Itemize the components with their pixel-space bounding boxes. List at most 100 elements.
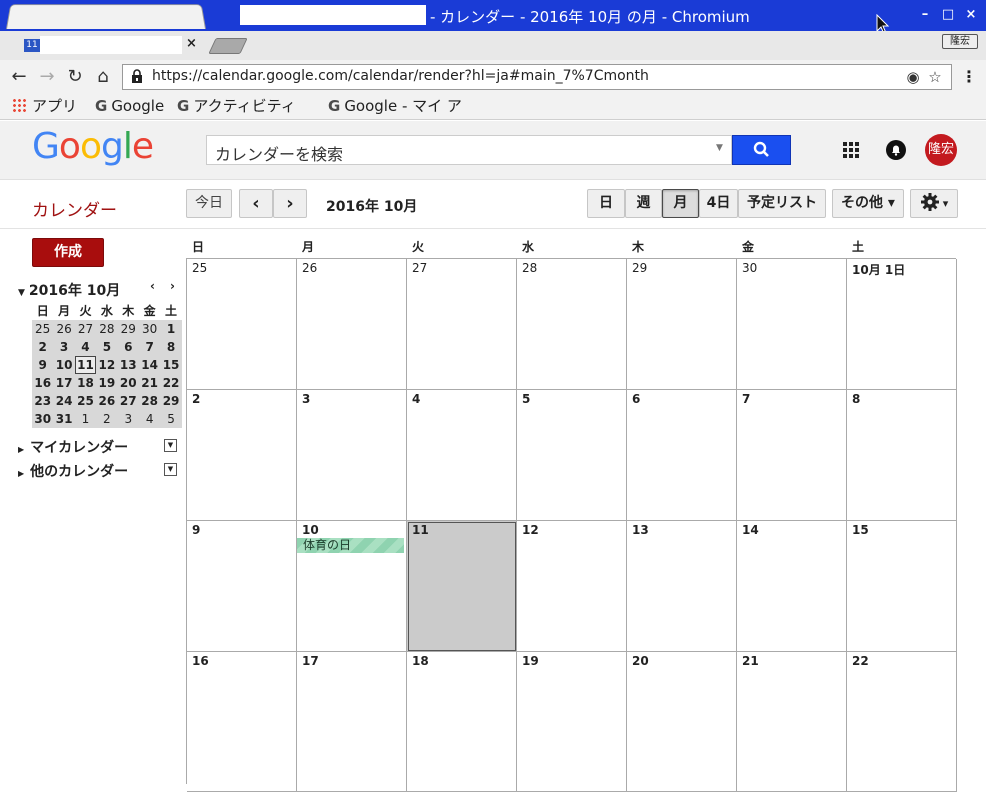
profile-button[interactable]: 隆宏 <box>942 34 978 49</box>
mini-day[interactable]: 29 <box>160 392 181 410</box>
day-number[interactable]: 28 <box>522 261 537 275</box>
day-cell[interactable]: 2 <box>187 390 297 521</box>
mini-day[interactable]: 8 <box>160 338 181 356</box>
day-number[interactable]: 7 <box>742 392 750 406</box>
bookmark-activity[interactable]: G アクティビティ <box>177 96 296 116</box>
more-views-button[interactable]: その他 ▾ <box>832 189 904 218</box>
day-cell[interactable]: 12 <box>517 521 627 652</box>
mini-day[interactable]: 1 <box>75 410 96 428</box>
day-cell[interactable]: 5 <box>517 390 627 521</box>
day-cell[interactable]: 6 <box>627 390 737 521</box>
mini-day[interactable]: 28 <box>96 320 117 338</box>
mini-day[interactable]: 1 <box>160 320 181 338</box>
mini-day[interactable]: 18 <box>75 374 96 392</box>
day-number[interactable]: 2 <box>192 392 200 406</box>
day-number[interactable]: 21 <box>742 654 759 668</box>
day-cell[interactable]: 16 <box>187 652 297 792</box>
view-week-button[interactable]: 週 <box>625 189 662 218</box>
day-number[interactable]: 8 <box>852 392 860 406</box>
minimize-button[interactable]: – <box>916 6 934 24</box>
day-number[interactable]: 14 <box>742 523 759 537</box>
mini-day[interactable]: 2 <box>32 338 53 356</box>
mini-day[interactable]: 26 <box>53 320 74 338</box>
mini-day[interactable]: 22 <box>160 374 181 392</box>
day-number[interactable]: 10月 1日 <box>852 261 905 278</box>
day-cell[interactable]: 21 <box>737 652 847 792</box>
mini-day[interactable]: 21 <box>139 374 160 392</box>
my-calendars-menu-icon[interactable]: ▼ <box>164 439 177 452</box>
day-cell[interactable]: 22 <box>847 652 957 792</box>
search-button[interactable] <box>732 135 791 165</box>
mini-day[interactable]: 23 <box>32 392 53 410</box>
view-day-button[interactable]: 日 <box>587 189 625 218</box>
day-number[interactable]: 15 <box>852 523 869 537</box>
mini-day[interactable]: 2 <box>96 410 117 428</box>
day-cell[interactable]: 7 <box>737 390 847 521</box>
mini-day[interactable]: 11 <box>74 356 97 374</box>
mini-calendar-title[interactable]: ▼ 2016年 10月 <box>18 280 120 300</box>
mini-day[interactable]: 5 <box>96 338 117 356</box>
view-month-button[interactable]: 月 <box>662 189 699 218</box>
forward-arrow-icon[interactable]: → <box>36 66 58 88</box>
mini-day[interactable]: 27 <box>75 320 96 338</box>
bookmark-apps[interactable]: アプリ <box>12 96 77 116</box>
eye-icon[interactable]: ◉ <box>904 67 922 87</box>
day-number[interactable]: 13 <box>632 523 649 537</box>
other-calendars-menu-icon[interactable]: ▼ <box>164 463 177 476</box>
day-number[interactable]: 20 <box>632 654 649 668</box>
maximize-button[interactable]: □ <box>939 6 957 24</box>
reload-icon[interactable]: ↻ <box>64 66 86 88</box>
mini-day[interactable]: 14 <box>139 356 160 374</box>
mini-day[interactable]: 9 <box>32 356 53 374</box>
bookmark-google-my[interactable]: G Google - マイ ア <box>328 96 462 116</box>
day-number[interactable]: 3 <box>302 392 310 406</box>
day-cell[interactable]: 17 <box>297 652 407 792</box>
day-cell[interactable]: 14 <box>737 521 847 652</box>
day-cell[interactable]: 11 <box>407 521 517 652</box>
apps-launcher-icon[interactable] <box>840 139 862 161</box>
mini-day[interactable]: 20 <box>118 374 139 392</box>
mini-day[interactable]: 3 <box>118 410 139 428</box>
avatar[interactable]: 隆宏 <box>925 134 957 166</box>
day-cell[interactable]: 29 <box>627 259 737 390</box>
mini-day[interactable]: 15 <box>160 356 181 374</box>
mini-day[interactable]: 3 <box>53 338 74 356</box>
event-chip[interactable]: 体育の日 <box>297 538 404 553</box>
mini-day[interactable]: 12 <box>96 356 117 374</box>
my-calendars-toggle[interactable]: ▶ マイカレンダー <box>18 437 128 457</box>
mini-day[interactable]: 7 <box>139 338 160 356</box>
day-cell[interactable]: 25 <box>187 259 297 390</box>
close-window-button[interactable]: × <box>962 6 980 24</box>
day-cell[interactable]: 9 <box>187 521 297 652</box>
day-number[interactable]: 6 <box>632 392 640 406</box>
home-icon[interactable]: ⌂ <box>92 66 114 88</box>
day-number[interactable]: 29 <box>632 261 647 275</box>
next-period-button[interactable]: › <box>273 189 307 218</box>
day-cell[interactable]: 10月 1日 <box>847 259 957 390</box>
day-number[interactable]: 10 <box>302 523 319 537</box>
day-number[interactable]: 16 <box>192 654 209 668</box>
mini-day[interactable]: 27 <box>118 392 139 410</box>
mini-day[interactable]: 26 <box>96 392 117 410</box>
day-cell[interactable]: 4 <box>407 390 517 521</box>
day-number[interactable]: 4 <box>412 392 420 406</box>
mini-day[interactable]: 4 <box>139 410 160 428</box>
settings-button[interactable]: ▾ <box>910 189 958 218</box>
day-number[interactable]: 5 <box>522 392 530 406</box>
day-cell[interactable]: 3 <box>297 390 407 521</box>
mini-day[interactable]: 24 <box>53 392 74 410</box>
day-number[interactable]: 19 <box>522 654 539 668</box>
app-title[interactable]: カレンダー <box>32 196 117 221</box>
search-options-caret-icon[interactable]: ▼ <box>716 143 723 153</box>
day-cell[interactable]: 26 <box>297 259 407 390</box>
back-arrow-icon[interactable]: ← <box>8 66 30 88</box>
day-cell[interactable]: 8 <box>847 390 957 521</box>
day-cell[interactable]: 18 <box>407 652 517 792</box>
day-cell[interactable]: 19 <box>517 652 627 792</box>
day-number[interactable]: 11 <box>412 523 429 537</box>
prev-period-button[interactable]: ‹ <box>239 189 273 218</box>
day-cell[interactable]: 15 <box>847 521 957 652</box>
google-logo[interactable]: Google <box>32 126 154 167</box>
day-number[interactable]: 17 <box>302 654 319 668</box>
tab-close-icon[interactable]: × <box>186 36 200 52</box>
